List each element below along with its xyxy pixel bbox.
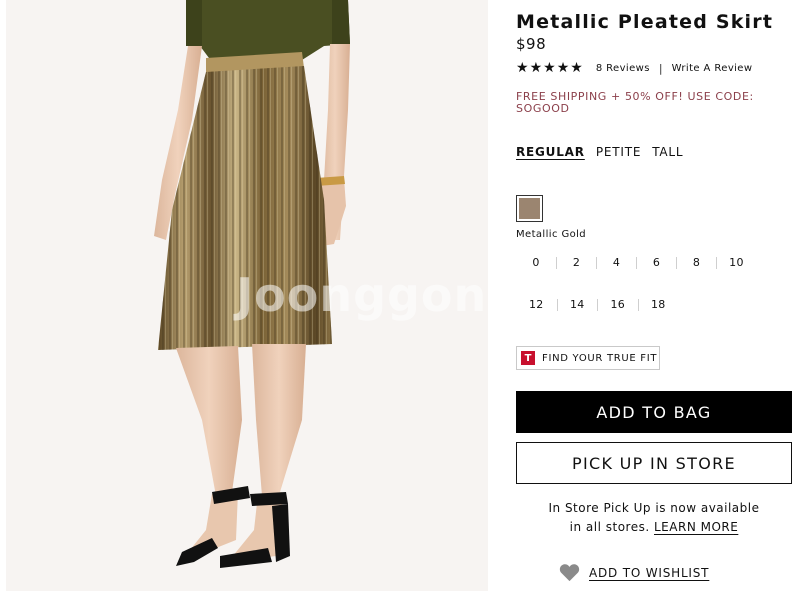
size-option[interactable]: 18: [637, 299, 679, 311]
size-option[interactable]: 4: [595, 257, 636, 269]
size-option[interactable]: 14: [556, 299, 598, 311]
promo-banner: FREE SHIPPING + 50% OFF! USE CODE: SOGOO…: [516, 90, 754, 115]
store-note-line1: In Store Pick Up is now available: [548, 501, 760, 515]
reviews-link[interactable]: 8 Reviews: [596, 63, 650, 74]
product-photo[interactable]: Joonggon: [6, 0, 488, 591]
store-note-line2: in all stores. LEARN MORE: [516, 518, 792, 537]
true-fit-button[interactable]: T FIND YOUR TRUE FIT: [516, 346, 660, 370]
watermark-text: Joonggon: [236, 268, 488, 322]
tab-tall[interactable]: TALL: [652, 145, 683, 159]
size-row: 12 14 16 18: [516, 294, 756, 316]
size-row: 0 2 4 6 8 10: [516, 252, 756, 274]
product-title: Metallic Pleated Skirt: [516, 11, 774, 33]
size-option[interactable]: 0: [516, 257, 556, 269]
add-to-bag-button[interactable]: ADD TO BAG: [516, 391, 792, 433]
star-icon: ★: [556, 60, 570, 76]
size-option[interactable]: 6: [635, 257, 676, 269]
star-icon: ★: [516, 60, 529, 76]
learn-more-link[interactable]: LEARN MORE: [654, 520, 738, 534]
size-option[interactable]: 10: [715, 257, 756, 269]
color-swatch-metallic-gold[interactable]: [516, 195, 543, 222]
star-icon: ★: [570, 60, 583, 76]
add-to-wishlist[interactable]: ADD TO WISHLIST: [559, 563, 709, 582]
tab-petite[interactable]: PETITE: [596, 145, 641, 159]
star-rating[interactable]: ★ ★ ★ ★ ★: [516, 61, 583, 75]
star-icon: ★: [543, 60, 556, 76]
size-option[interactable]: 12: [516, 299, 557, 311]
size-selector: 0 2 4 6 8 10 12 14 16 18: [516, 252, 756, 316]
truefit-logo-icon: T: [521, 351, 535, 365]
wishlist-label: ADD TO WISHLIST: [589, 565, 710, 580]
size-option[interactable]: 2: [555, 257, 596, 269]
tab-regular[interactable]: REGULAR: [516, 145, 585, 159]
star-icon: ★: [529, 60, 543, 76]
write-review-link[interactable]: Write A Review: [672, 63, 753, 74]
heart-icon: [559, 564, 580, 582]
size-option[interactable]: 16: [597, 299, 638, 311]
true-fit-label: FIND YOUR TRUE FIT: [542, 352, 658, 364]
divider: |: [658, 61, 663, 75]
store-pickup-note: In Store Pick Up is now available in all…: [516, 499, 792, 537]
rating-row: ★ ★ ★ ★ ★ 8 Reviews | Write A Review: [516, 61, 752, 75]
pick-up-in-store-button[interactable]: PICK UP IN STORE: [516, 442, 792, 484]
size-option[interactable]: 8: [675, 257, 716, 269]
selected-color-name: Metallic Gold: [516, 229, 587, 240]
swatch-color: [519, 198, 540, 219]
product-price: $98: [516, 35, 547, 53]
size-type-tabs: REGULAR PETITE TALL: [516, 145, 683, 159]
store-note-text: in all stores.: [569, 520, 650, 534]
